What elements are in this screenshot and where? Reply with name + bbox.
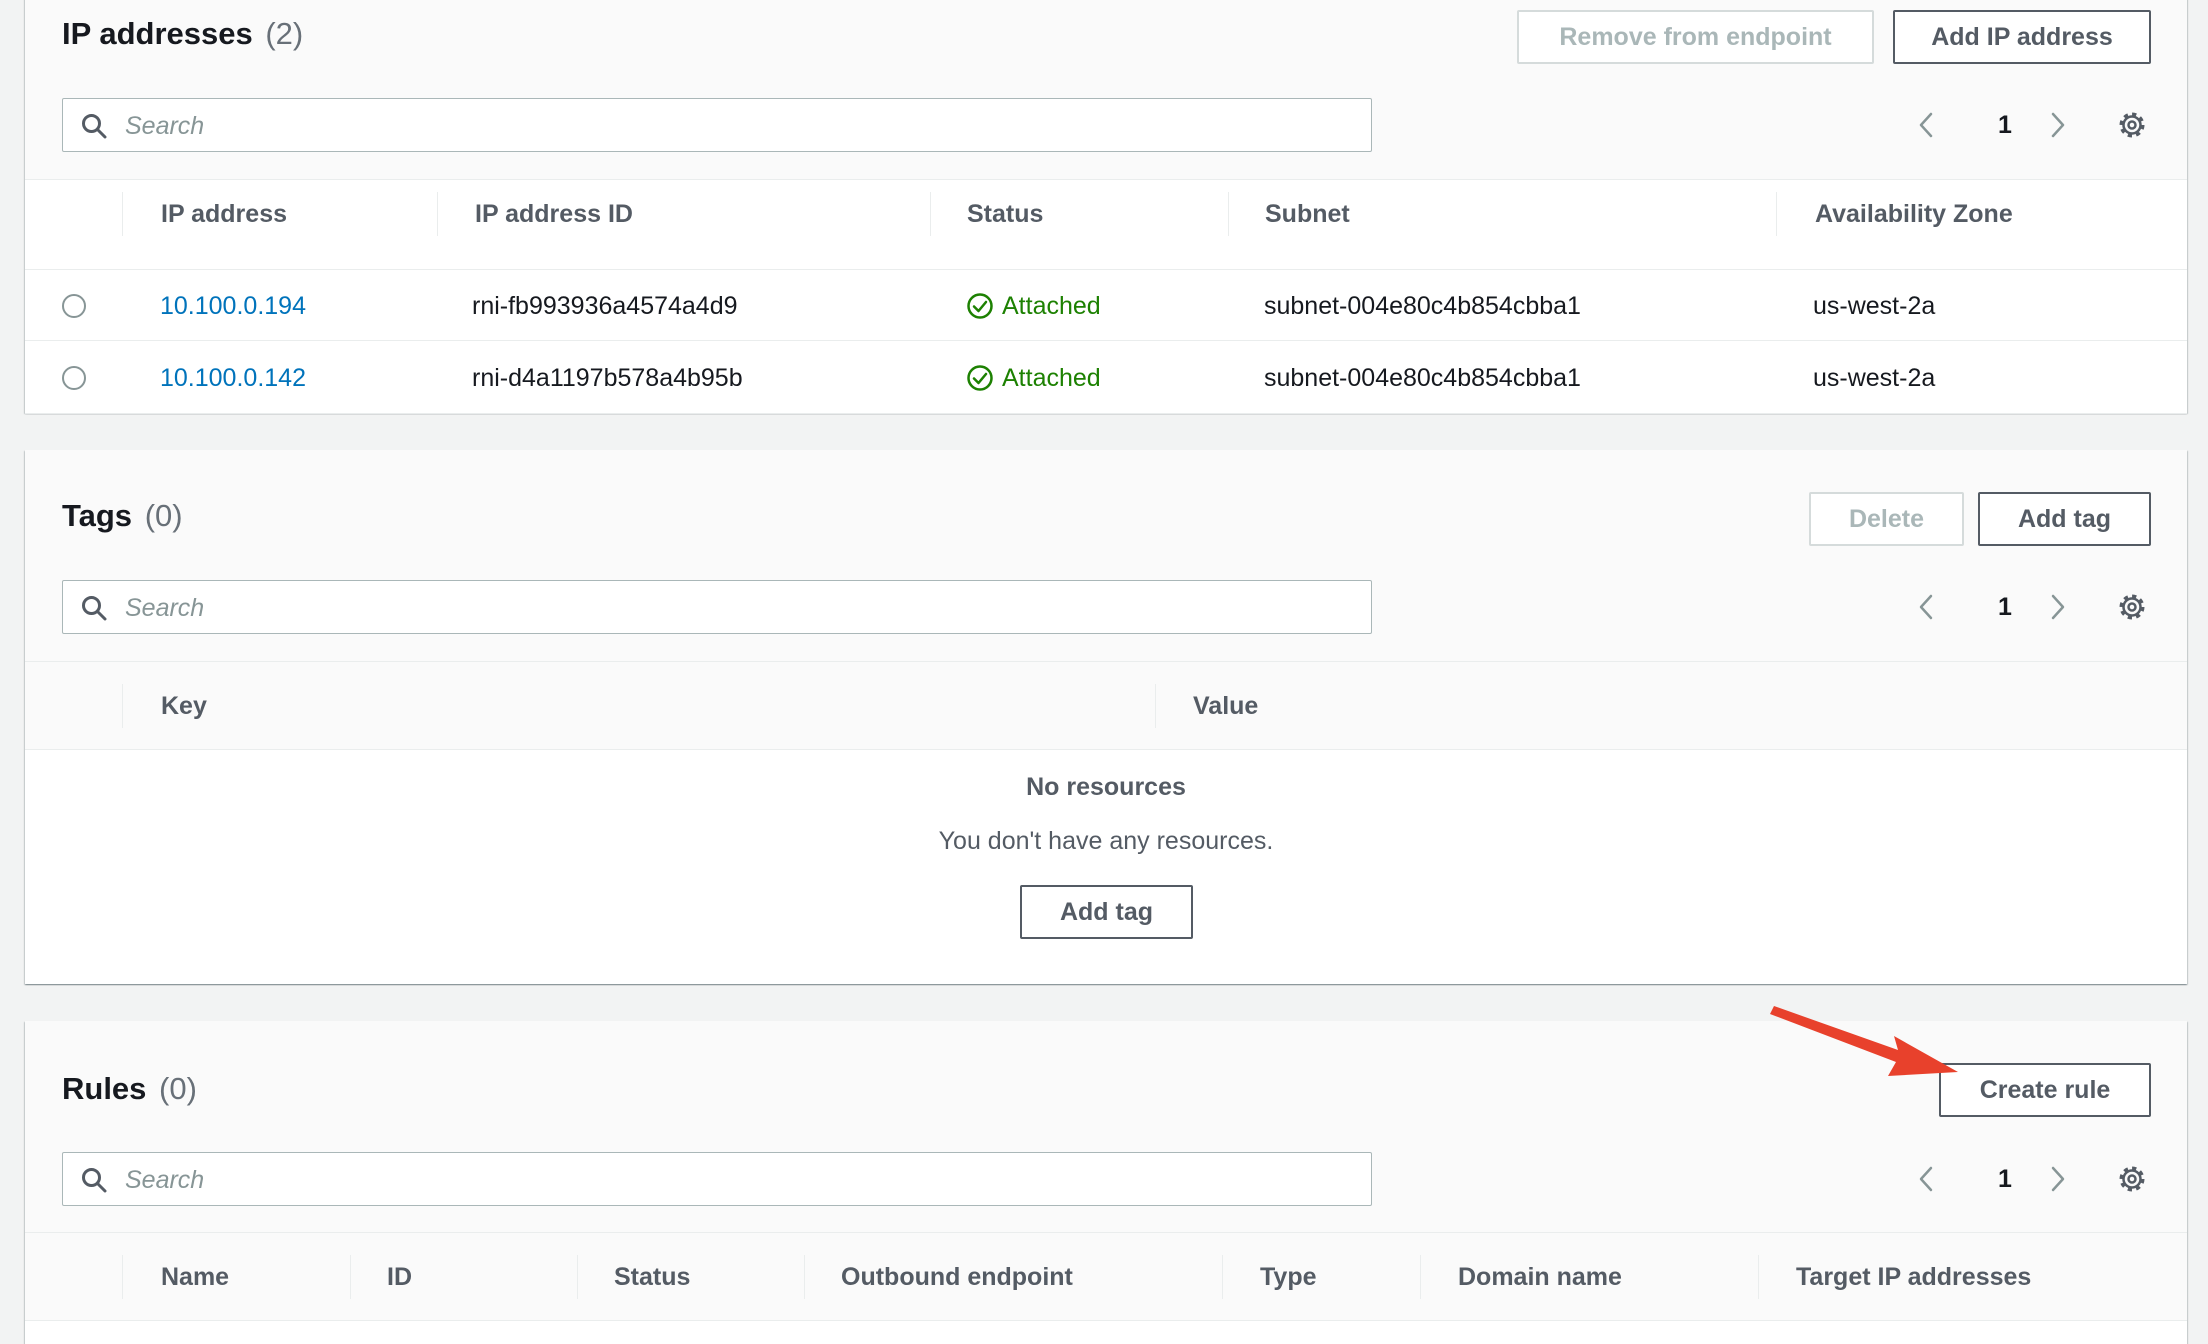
gear-icon[interactable] [2115,1162,2149,1196]
table-row[interactable]: 10.100.0.194 rni-fb993936a4574a4d9 Attac… [25,269,2187,341]
ip-search-input[interactable]: Search [62,98,1372,152]
page-number[interactable]: 1 [1990,593,2020,622]
ip-address-id: rni-d4a1197b578a4b95b [472,363,743,392]
chevron-left-icon[interactable] [1910,108,1944,142]
column-header-subnet[interactable]: Subnet [1265,170,1350,258]
check-circle-icon [967,293,993,319]
rules-title: Rules (0) [62,1071,197,1107]
rules-count: (0) [159,1071,197,1106]
column-divider [930,192,931,236]
column-header-status[interactable]: Status [614,1233,690,1321]
search-icon [82,596,107,621]
status-text: Attached [1002,363,1101,392]
create-rule-button[interactable]: Create rule [1939,1063,2151,1117]
column-header-outbound-endpoint[interactable]: Outbound endpoint [841,1233,1073,1321]
page-number[interactable]: 1 [1990,1165,2020,1194]
column-divider [437,192,438,236]
column-divider [804,1255,805,1299]
chevron-right-icon[interactable] [2040,1162,2074,1196]
page-number[interactable]: 1 [1990,111,2020,140]
status-badge: Attached [966,342,1101,414]
ip-addresses-panel: IP addresses (2) Remove from endpoint Ad… [25,0,2187,414]
ip-addresses-header: IP addresses (2) Remove from endpoint Ad… [25,0,2187,180]
column-divider [350,1255,351,1299]
column-header-type[interactable]: Type [1260,1233,1317,1321]
ip-pagination: 1 [1910,98,2150,152]
column-header-value[interactable]: Value [1193,662,1258,750]
annotation-arrow [1770,1006,1958,1076]
row-select-radio[interactable] [62,366,86,390]
search-icon [82,1168,107,1193]
search-placeholder: Search [125,112,205,140]
ip-address-link[interactable]: 10.100.0.142 [160,342,306,414]
ip-addresses-count: (2) [265,16,304,51]
column-divider [577,1255,578,1299]
column-divider [122,1255,123,1299]
availability-zone: us-west-2a [1813,291,1936,320]
tags-title: Tags (0) [62,498,183,534]
row-select-radio[interactable] [62,294,86,318]
column-header-name[interactable]: Name [161,1233,229,1321]
column-divider [1222,1255,1223,1299]
rules-search-input[interactable]: Search [62,1152,1372,1206]
column-header-target-ip-addresses[interactable]: Target IP addresses [1796,1233,2031,1321]
tags-table-header: Key Value [25,662,2187,750]
column-divider [122,192,123,236]
search-placeholder: Search [125,594,205,622]
empty-state-text: You don't have any resources. [938,827,1274,855]
column-header-ip-address[interactable]: IP address [161,170,287,258]
empty-state-title: No resources [1026,773,1186,801]
empty-state-add-tag-button[interactable]: Add tag [1020,885,1193,939]
check-circle-icon [967,365,993,391]
status-text: Attached [1002,291,1101,320]
column-header-domain-name[interactable]: Domain name [1458,1233,1622,1321]
column-divider [1776,192,1777,236]
tags-count: (0) [144,498,183,533]
ip-addresses-title-text: IP addresses [62,16,253,51]
gear-icon[interactable] [2115,590,2149,624]
column-divider [1155,684,1156,728]
column-header-id[interactable]: ID [387,1233,412,1321]
gear-icon[interactable] [2115,108,2149,142]
column-header-availability-zone[interactable]: Availability Zone [1815,170,2013,258]
column-header-key[interactable]: Key [161,662,207,750]
ip-address-link[interactable]: 10.100.0.194 [160,270,306,342]
tags-header: Tags (0) Delete Add tag Search 1 [25,450,2187,662]
column-divider [1420,1255,1421,1299]
column-divider [1228,192,1229,236]
table-row[interactable]: 10.100.0.142 rni-d4a1197b578a4b95b Attac… [25,342,2187,414]
chevron-left-icon[interactable] [1910,590,1944,624]
remove-from-endpoint-button[interactable]: Remove from endpoint [1517,10,1874,64]
tags-title-text: Tags [62,498,133,533]
column-header-status[interactable]: Status [967,170,1043,258]
column-divider [1758,1255,1759,1299]
chevron-left-icon[interactable] [1910,1162,1944,1196]
ip-addresses-title: IP addresses (2) [62,16,303,52]
column-divider [122,684,123,728]
delete-tag-button[interactable]: Delete [1809,492,1964,546]
search-icon [82,114,107,139]
availability-zone: us-west-2a [1813,363,1936,392]
subnet-id: subnet-004e80c4b854cbba1 [1264,291,1581,320]
ip-table-header: IP address IP address ID Status Subnet A… [25,170,2187,258]
chevron-right-icon[interactable] [2040,108,2074,142]
add-ip-address-button[interactable]: Add IP address [1893,10,2151,64]
rules-table-header: Name ID Status Outbound endpoint Type Do… [25,1233,2187,1321]
column-header-ip-address-id[interactable]: IP address ID [475,170,633,258]
tags-pagination: 1 [1910,580,2150,634]
tags-search-input[interactable]: Search [62,580,1372,634]
search-placeholder: Search [125,1166,205,1194]
tags-panel: Tags (0) Delete Add tag Search 1 Key Val… [25,450,2187,984]
rules-title-text: Rules [62,1071,147,1106]
subnet-id: subnet-004e80c4b854cbba1 [1264,363,1581,392]
rules-pagination: 1 [1910,1152,2150,1206]
add-tag-button[interactable]: Add tag [1978,492,2151,546]
chevron-right-icon[interactable] [2040,590,2074,624]
status-badge: Attached [966,270,1101,342]
ip-address-id: rni-fb993936a4574a4d9 [472,291,738,320]
